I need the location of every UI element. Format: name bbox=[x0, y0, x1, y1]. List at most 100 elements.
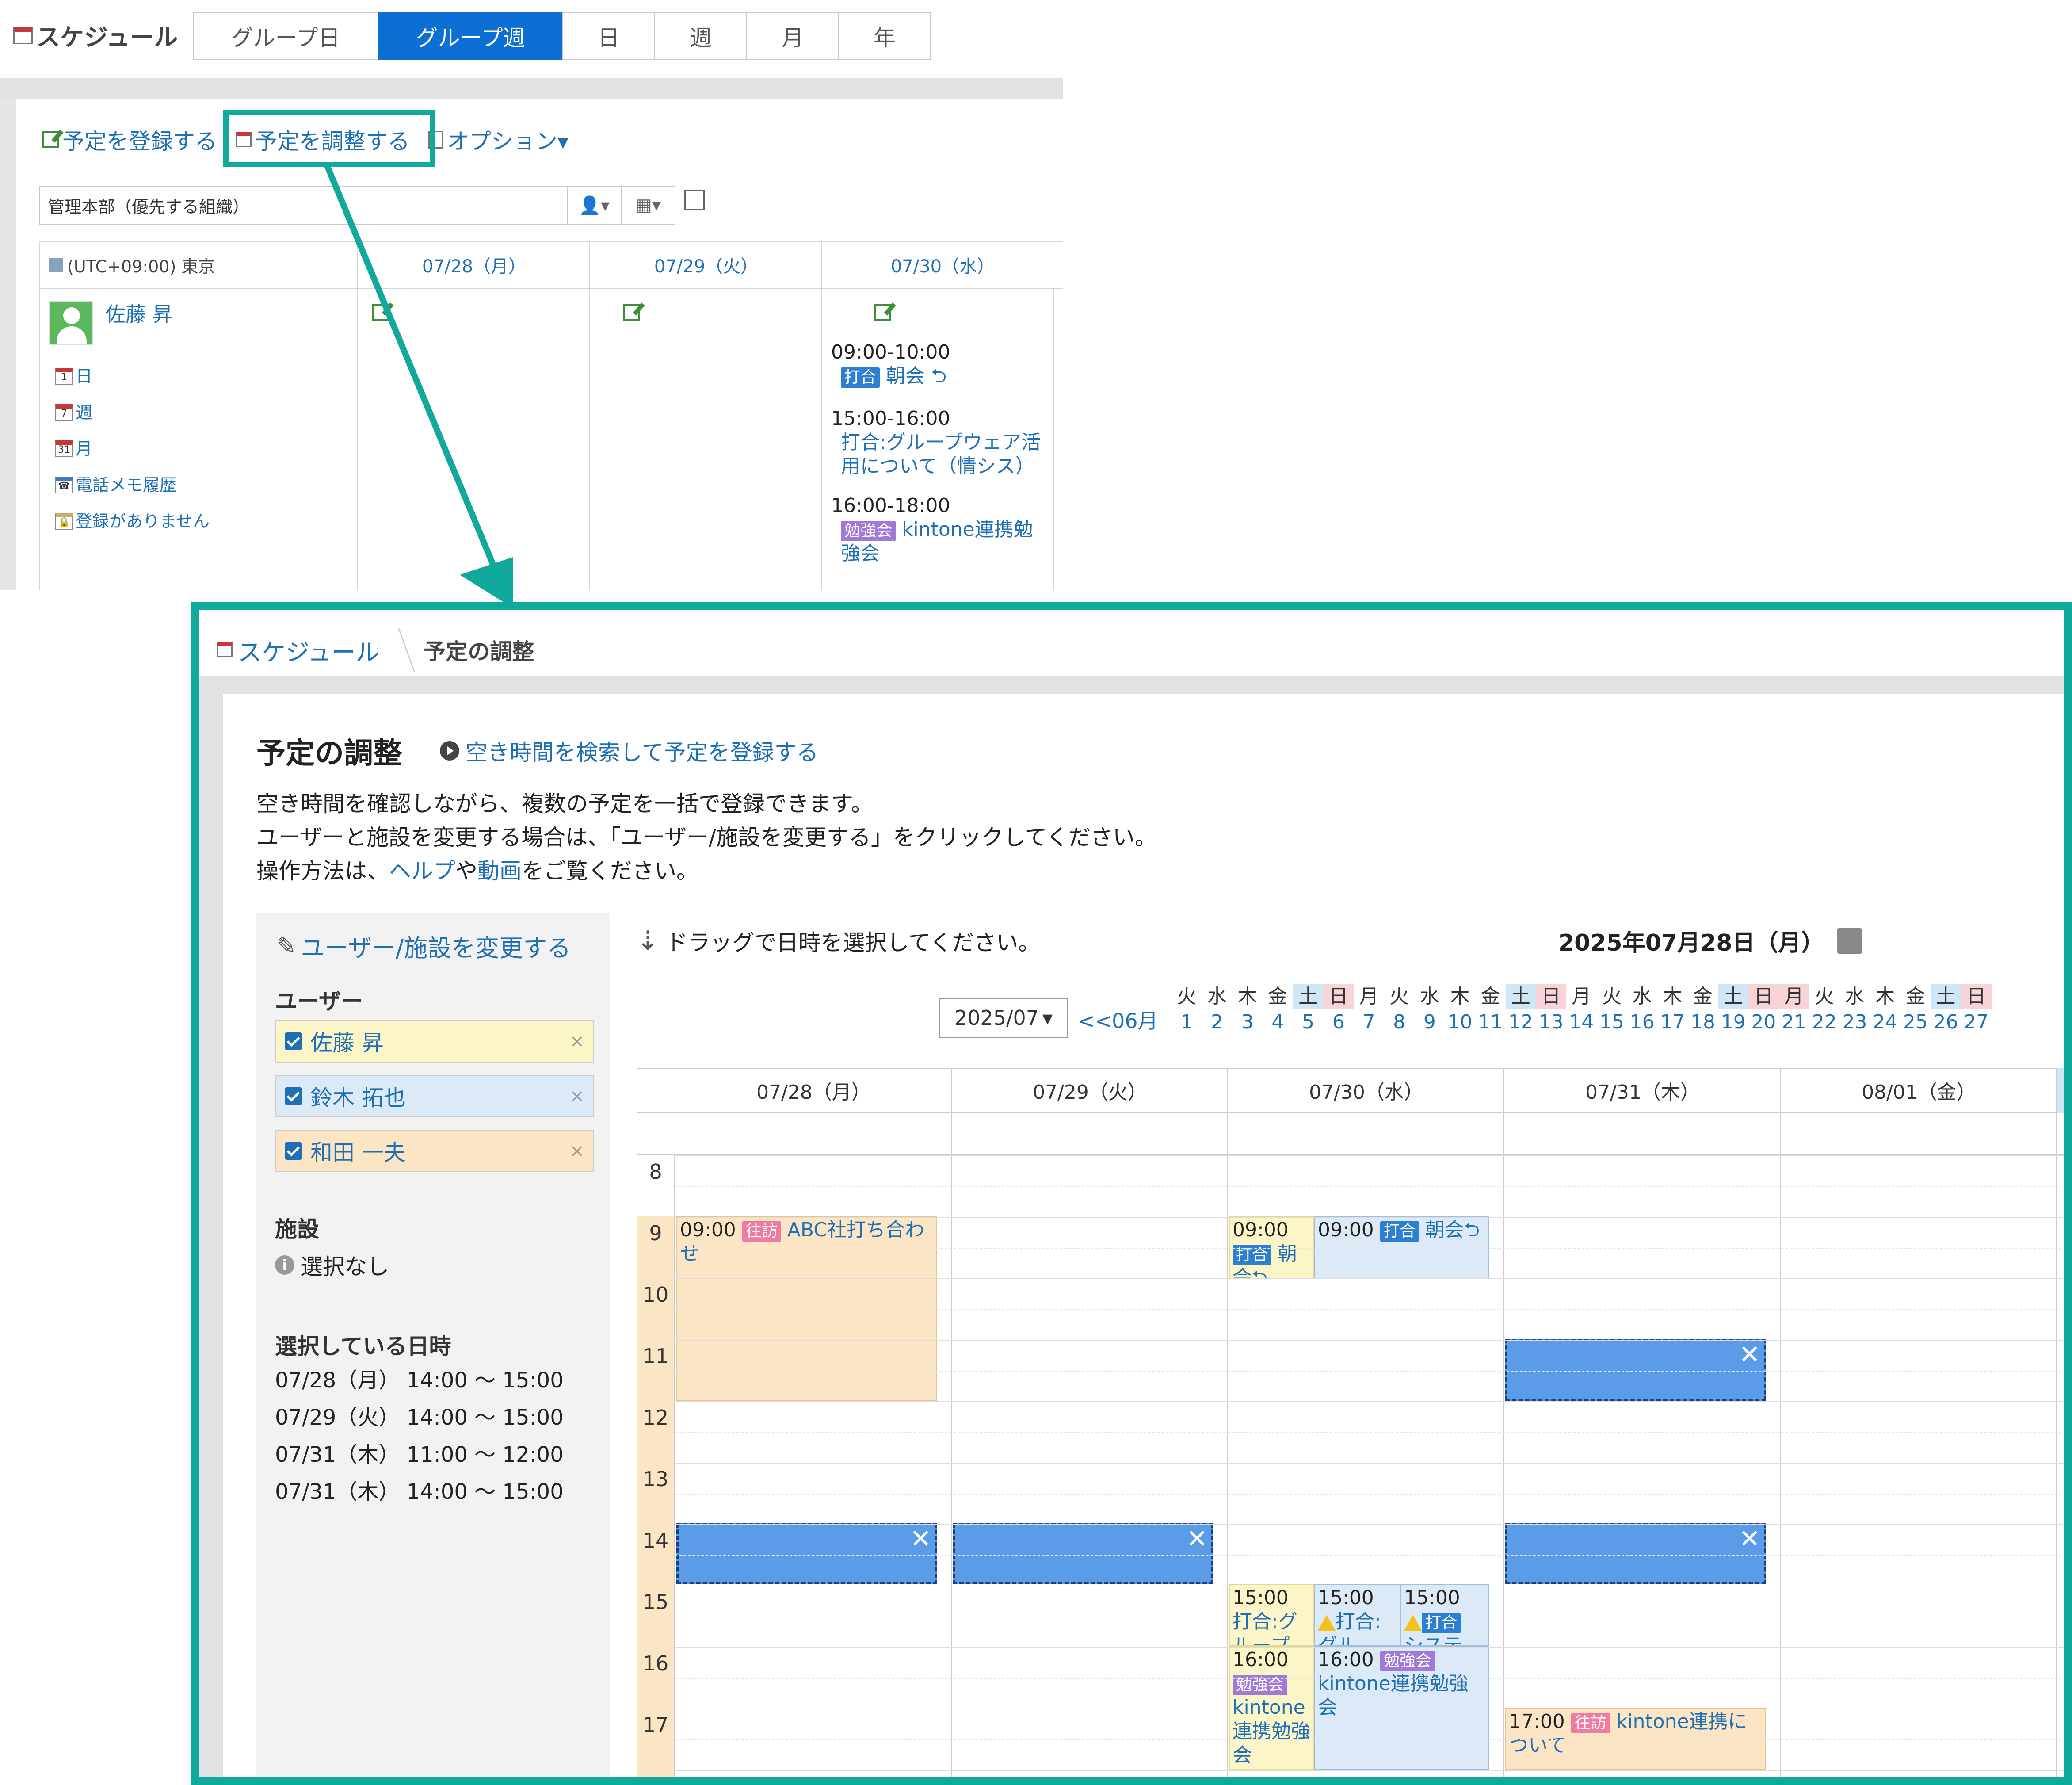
strip-day[interactable]: 日 27 bbox=[1961, 984, 1992, 1035]
strip-date: 17 bbox=[1660, 1011, 1685, 1033]
hour-label: 8 bbox=[649, 1160, 662, 1184]
checkbox[interactable] bbox=[285, 1087, 302, 1105]
event-kintone-sato[interactable]: 16:00 勉強会 kintone連携勉強会 bbox=[1229, 1646, 1314, 1770]
checkbox[interactable] bbox=[285, 1032, 302, 1050]
col-border bbox=[1503, 1068, 1504, 1777]
close-icon[interactable]: ✕ bbox=[1186, 1524, 1208, 1554]
strip-day[interactable]: 日 13 bbox=[1536, 984, 1566, 1035]
half-hour-line bbox=[675, 1371, 2064, 1372]
strip-weekday: 水 bbox=[1419, 985, 1439, 1008]
selected-slot[interactable]: ✕ bbox=[953, 1523, 1213, 1584]
strip-day[interactable]: 日 20 bbox=[1748, 984, 1779, 1035]
strip-day[interactable]: 金 11 bbox=[1475, 984, 1506, 1035]
strip-day[interactable]: 水 16 bbox=[1627, 984, 1657, 1035]
strip-day[interactable]: 月 21 bbox=[1778, 984, 1809, 1035]
remove-icon[interactable]: × bbox=[569, 1141, 584, 1161]
strip-day[interactable]: 月 14 bbox=[1566, 984, 1597, 1035]
strip-weekday: 土 bbox=[1505, 984, 1536, 1009]
event-kintone-visit[interactable]: 17:00 往訪 kintone連携について bbox=[1505, 1708, 1766, 1770]
strip-weekday: 金 bbox=[1481, 985, 1500, 1008]
hour-label: 11 bbox=[642, 1344, 669, 1368]
hour-line bbox=[675, 1647, 2064, 1648]
change-users-facilities-link[interactable]: ✎ ユーザー/施設を変更する bbox=[276, 929, 571, 963]
strip-date: 25 bbox=[1903, 1011, 1928, 1033]
strip-day[interactable]: 日6 bbox=[1323, 984, 1354, 1035]
selected-datetimes: 07/28（月） 14:00 ～ 15:00 07/29（火） 14:00 ～ … bbox=[275, 1368, 564, 1504]
hour-label: 10 bbox=[642, 1283, 669, 1307]
strip-weekday: 火 bbox=[1177, 985, 1197, 1008]
prev-month-link[interactable]: <<06月 bbox=[1078, 1005, 1158, 1034]
calendar-picker-icon[interactable] bbox=[1837, 928, 1862, 954]
strip-day[interactable]: 木3 bbox=[1232, 984, 1263, 1035]
help-link[interactable]: ヘルプ bbox=[389, 858, 455, 884]
strip-day[interactable]: 金4 bbox=[1263, 984, 1293, 1035]
remove-icon[interactable]: × bbox=[569, 1031, 584, 1051]
strip-date: 22 bbox=[1812, 1011, 1837, 1033]
strip-date: 20 bbox=[1751, 1011, 1776, 1033]
strip-day[interactable]: 木 24 bbox=[1870, 984, 1900, 1035]
strip-date: 4 bbox=[1271, 1011, 1284, 1033]
strip-date: 7 bbox=[1362, 1011, 1375, 1033]
strip-day[interactable]: 水9 bbox=[1415, 984, 1445, 1035]
strip-weekday: 月 bbox=[1572, 985, 1591, 1008]
strip-date: 16 bbox=[1629, 1011, 1655, 1033]
strip-day[interactable]: 火 22 bbox=[1809, 984, 1839, 1035]
checkbox[interactable] bbox=[285, 1142, 302, 1160]
strip-day[interactable]: 土5 bbox=[1293, 984, 1324, 1035]
strip-day[interactable]: 火 15 bbox=[1597, 984, 1627, 1035]
day-header[interactable]: 07/31（木） bbox=[1503, 1068, 1781, 1113]
strip-weekday: 日 bbox=[1748, 984, 1779, 1009]
breadcrumb: スケジュール 予定の調整 bbox=[217, 628, 534, 672]
close-icon[interactable]: ✕ bbox=[910, 1524, 931, 1554]
event-abc-meeting[interactable]: 09:00 往訪 ABC社打ち合わせ bbox=[676, 1216, 937, 1401]
hour-line bbox=[675, 1278, 2064, 1279]
day-header[interactable]: 07/29（火） bbox=[951, 1068, 1228, 1113]
user-chip[interactable]: 佐藤 昇 × bbox=[275, 1020, 594, 1063]
event-groupware-sato[interactable]: 15:00 打合:グループ bbox=[1229, 1584, 1314, 1646]
strip-day[interactable]: 木 17 bbox=[1657, 984, 1688, 1035]
strip-day[interactable]: 土 19 bbox=[1718, 984, 1749, 1035]
facility-heading: 施設 bbox=[275, 1216, 319, 1242]
strip-day[interactable]: 木 10 bbox=[1445, 984, 1475, 1035]
event-groupware-suzuki[interactable]: 15:00 打合:グル bbox=[1314, 1584, 1400, 1646]
strip-weekday: 月 bbox=[1359, 985, 1379, 1008]
selected-slot[interactable]: ✕ bbox=[1505, 1339, 1766, 1401]
strip-day[interactable]: 水 23 bbox=[1839, 984, 1870, 1035]
user-chip[interactable]: 和田 一夫 × bbox=[275, 1130, 594, 1172]
breadcrumb-root[interactable]: スケジュール bbox=[217, 633, 379, 668]
search-free-time-link[interactable]: 空き時間を検索して予定を登録する bbox=[440, 735, 819, 767]
strip-weekday: 木 bbox=[1663, 985, 1683, 1008]
selected-slot[interactable]: ✕ bbox=[1505, 1523, 1766, 1584]
strip-day[interactable]: 水2 bbox=[1202, 984, 1233, 1035]
description: 空き時間を確認しながら、複数の予定を一括で登録できます。 ユーザーと施設を変更す… bbox=[256, 791, 1157, 884]
corner-cell bbox=[637, 1068, 675, 1113]
strip-day[interactable]: 月7 bbox=[1354, 984, 1384, 1035]
user-chip[interactable]: 鈴木 拓也 × bbox=[275, 1075, 594, 1117]
strip-weekday: 火 bbox=[1389, 985, 1409, 1008]
remove-icon[interactable]: × bbox=[569, 1086, 584, 1106]
event-system-suzuki[interactable]: 15:00 打合 システ bbox=[1400, 1584, 1489, 1646]
day-header[interactable]: 08/01（金） bbox=[1780, 1068, 2057, 1113]
strip-day[interactable]: 土 26 bbox=[1931, 984, 1961, 1035]
month-select[interactable]: 2025/07 ▾ bbox=[939, 998, 1068, 1038]
hour-label: 15 bbox=[642, 1590, 669, 1614]
strip-day[interactable]: 火1 bbox=[1171, 984, 1202, 1035]
hour-label: 9 bbox=[649, 1221, 662, 1245]
strip-date: 15 bbox=[1599, 1011, 1624, 1033]
day-header[interactable]: 07/30（水） bbox=[1227, 1068, 1504, 1113]
strip-weekday: 水 bbox=[1632, 985, 1652, 1008]
close-icon[interactable]: ✕ bbox=[1739, 1524, 1760, 1554]
day-header[interactable]: 07/28（月） bbox=[675, 1068, 952, 1113]
strip-day[interactable]: 金 25 bbox=[1900, 984, 1931, 1035]
strip-day[interactable]: 火8 bbox=[1384, 984, 1415, 1035]
strip-date: 2 bbox=[1211, 1011, 1224, 1033]
close-icon[interactable]: ✕ bbox=[1739, 1339, 1760, 1369]
strip-weekday: 土 bbox=[1293, 984, 1324, 1009]
strip-weekday: 火 bbox=[1814, 985, 1834, 1008]
event-kintone-suzuki[interactable]: 16:00 勉強会 kintone連携勉強会 bbox=[1314, 1646, 1489, 1770]
video-link[interactable]: 動画 bbox=[477, 858, 522, 884]
strip-day[interactable]: 土 12 bbox=[1505, 984, 1536, 1035]
strip-day[interactable]: 金 18 bbox=[1688, 984, 1718, 1035]
selected-slot[interactable]: ✕ bbox=[676, 1523, 937, 1584]
half-hour-line bbox=[675, 1555, 2064, 1556]
